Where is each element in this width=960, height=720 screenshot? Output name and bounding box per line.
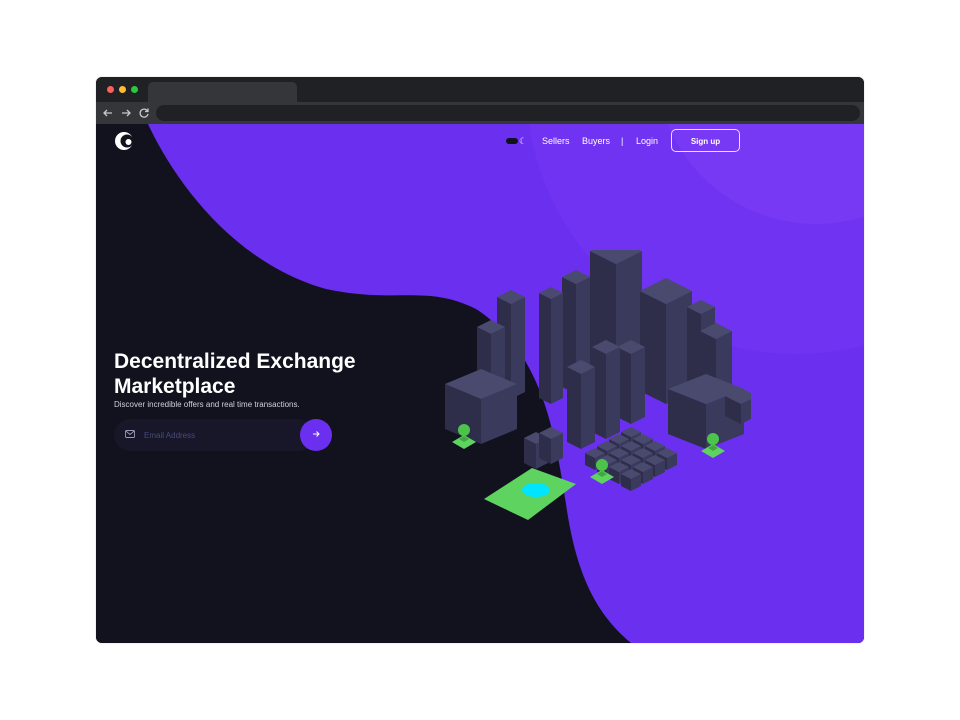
tree-icon bbox=[707, 433, 719, 445]
toggle-track bbox=[506, 138, 518, 144]
tree-icon bbox=[596, 459, 608, 471]
hero-title: Decentralized Exchange Marketplace bbox=[114, 350, 356, 398]
nav-link-buyers[interactable]: Buyers bbox=[582, 135, 610, 147]
reload-icon bbox=[139, 108, 149, 118]
nav-link-login[interactable]: Login bbox=[636, 135, 658, 147]
top-nav: ☾ Sellers Buyers | Login Sign up bbox=[96, 124, 864, 160]
email-signup-form bbox=[114, 419, 334, 451]
signup-button[interactable]: Sign up bbox=[671, 129, 740, 152]
moon-icon: ☾ bbox=[519, 136, 528, 146]
theme-toggle[interactable]: ☾ bbox=[506, 136, 528, 146]
logo-icon bbox=[115, 132, 134, 150]
browser-tab[interactable] bbox=[148, 82, 297, 102]
maximize-window-button[interactable] bbox=[131, 86, 138, 93]
hero-subtitle: Discover incredible offers and real time… bbox=[114, 400, 300, 409]
nav-link-sellers[interactable]: Sellers bbox=[542, 135, 570, 147]
building-side bbox=[581, 367, 595, 449]
building-side bbox=[567, 367, 581, 449]
back-button[interactable] bbox=[101, 106, 115, 120]
isometric-city-illustration bbox=[445, 250, 751, 520]
building-side bbox=[539, 293, 551, 404]
email-field-container bbox=[114, 419, 314, 451]
building-side bbox=[551, 293, 563, 404]
arrow-left-icon bbox=[103, 109, 112, 117]
building-side bbox=[606, 347, 620, 439]
arrow-right-icon bbox=[122, 109, 131, 117]
browser-window: ☾ Sellers Buyers | Login Sign up Decentr… bbox=[96, 77, 864, 643]
pool bbox=[522, 483, 550, 497]
mail-icon bbox=[125, 430, 135, 438]
forward-button[interactable] bbox=[119, 106, 133, 120]
email-input[interactable] bbox=[144, 427, 294, 443]
browser-titlebar bbox=[96, 77, 864, 102]
tree-icon bbox=[458, 424, 470, 436]
browser-toolbar bbox=[96, 102, 864, 124]
arrow-right-icon bbox=[313, 431, 320, 438]
building-side bbox=[687, 307, 701, 389]
page-viewport: ☾ Sellers Buyers | Login Sign up Decentr… bbox=[96, 124, 864, 643]
address-bar[interactable] bbox=[156, 105, 860, 121]
minimize-window-button[interactable] bbox=[119, 86, 126, 93]
building-side bbox=[631, 347, 645, 424]
nav-divider: | bbox=[621, 136, 624, 146]
email-submit-button[interactable] bbox=[300, 419, 332, 451]
close-window-button[interactable] bbox=[107, 86, 114, 93]
reload-button[interactable] bbox=[137, 106, 151, 120]
brand-logo[interactable] bbox=[114, 130, 136, 152]
